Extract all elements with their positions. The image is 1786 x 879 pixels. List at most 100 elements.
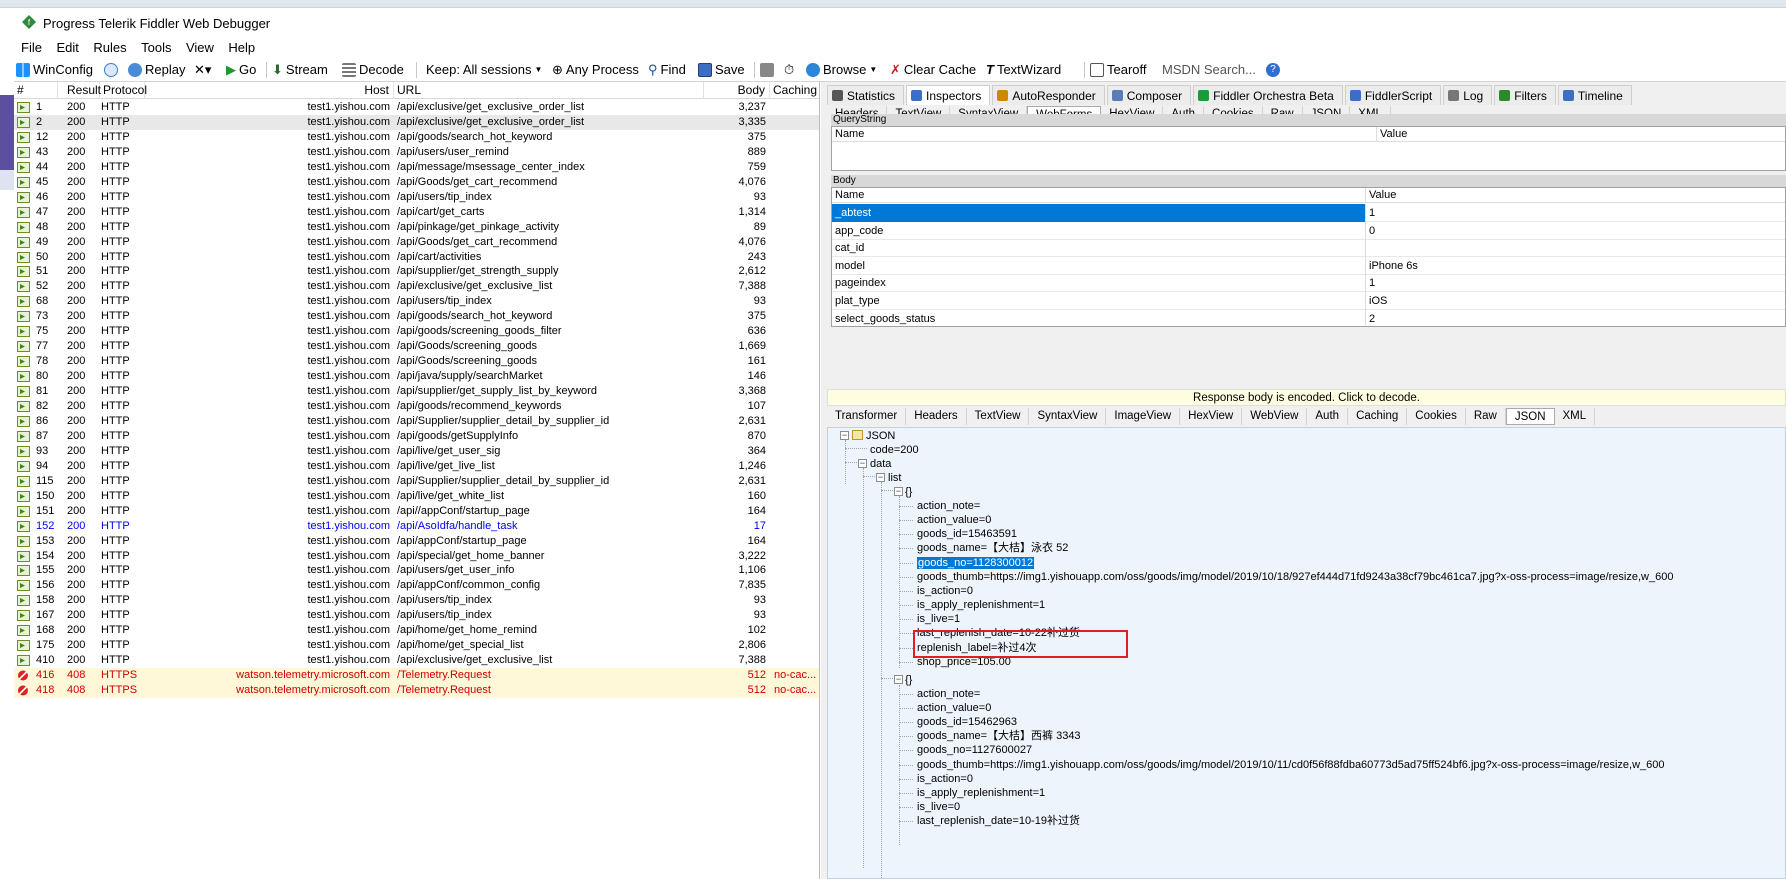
session-row[interactable]: 156 200 HTTP test1.yishou.com/api/appConf/c… xyxy=(14,578,819,593)
session-row[interactable]: 2 200 HTTP test1.yishou.com/api/exclusive/g… xyxy=(14,114,819,130)
col-header-num[interactable]: # xyxy=(14,82,58,99)
json-field[interactable]: is_live=1 xyxy=(917,612,960,626)
json-field[interactable]: action_value=0 xyxy=(917,513,991,527)
session-row[interactable]: 115 200 HTTP test1.yishou.com/api/Supplier/… xyxy=(14,474,819,489)
json-field[interactable]: is_action=0 xyxy=(917,584,973,598)
session-row[interactable]: 93 200 HTTP test1.yishou.com/api/live/get_u… xyxy=(14,444,819,459)
session-row[interactable]: 154 200 HTTP test1.yishou.com/api/special/g… xyxy=(14,549,819,564)
timer-button[interactable]: ⏱ xyxy=(784,60,794,80)
session-row[interactable]: 77 200 HTTP test1.yishou.com/api/Goods/scre… xyxy=(14,339,819,354)
tab-log[interactable]: Log xyxy=(1443,85,1493,105)
response-tab-hexview[interactable]: HexView xyxy=(1180,408,1243,425)
tab-composer[interactable]: Composer xyxy=(1106,85,1192,105)
json-field[interactable]: action_value=0 xyxy=(917,701,991,715)
json-field[interactable]: goods_thumb=https://img1.yishouapp.com/o… xyxy=(917,758,1664,772)
find-button[interactable]: ⚲ Find xyxy=(648,60,686,80)
tab-timeline[interactable]: Timeline xyxy=(1557,85,1632,105)
session-row[interactable]: 150 200 HTTP test1.yishou.com/api/live/get_… xyxy=(14,489,819,504)
json-field[interactable]: goods_no=1127600027 xyxy=(917,743,1032,757)
collapse-toggle-icon[interactable]: − xyxy=(840,431,849,440)
session-row[interactable]: 410 200 HTTP test1.yishou.com/api/exclusive… xyxy=(14,653,819,668)
response-tab-raw[interactable]: Raw xyxy=(1466,408,1506,425)
collapse-toggle-icon[interactable]: − xyxy=(894,487,903,496)
body-param-row[interactable]: model iPhone 6s xyxy=(832,256,1785,275)
session-row[interactable]: 416 408 HTTPS watson.telemetry.microsoft.co… xyxy=(14,668,819,684)
json-field[interactable]: goods_no=1128300012 xyxy=(917,556,1035,570)
save-button[interactable]: Save xyxy=(698,60,745,80)
tab-fiddler-orchestra[interactable]: Fiddler Orchestra Beta xyxy=(1193,85,1343,105)
col-header-url[interactable]: URL xyxy=(394,82,704,99)
session-row[interactable]: 418 408 HTTPS watson.telemetry.microsoft.co… xyxy=(14,683,819,699)
session-row[interactable]: 151 200 HTTP test1.yishou.com/api//appConf/… xyxy=(14,504,819,519)
json-field[interactable]: goods_id=15462963 xyxy=(917,715,1017,729)
session-row[interactable]: 44 200 HTTP test1.yishou.com/api/message/ms… xyxy=(14,160,819,175)
response-tab-auth[interactable]: Auth xyxy=(1307,408,1349,425)
stream-button[interactable]: ⬇ Stream xyxy=(272,60,328,80)
session-row[interactable]: 45 200 HTTP test1.yishou.com/api/Goods/get_… xyxy=(14,175,819,190)
session-row[interactable]: 50 200 HTTP test1.yishou.com/api/cart/activ… xyxy=(14,250,819,265)
json-field[interactable]: goods_name=【大桔】泳衣 52 xyxy=(917,541,1068,555)
help-button[interactable]: ? xyxy=(1266,60,1280,80)
replay-button[interactable]: Replay xyxy=(128,60,185,80)
response-tab-transformer[interactable]: Transformer xyxy=(827,408,907,425)
tearoff-button[interactable]: Tearoff xyxy=(1090,60,1147,80)
go-button[interactable]: ▶ Go xyxy=(226,60,256,80)
tab-inspectors[interactable]: Inspectors xyxy=(906,85,991,105)
session-row[interactable]: 168 200 HTTP test1.yishou.com/api/home/get_… xyxy=(14,623,819,638)
msdn-search-input[interactable]: MSDN Search... xyxy=(1162,60,1256,80)
remove-sessions-button[interactable]: ✕▾ xyxy=(194,60,211,80)
collapse-toggle-icon[interactable]: − xyxy=(858,459,867,468)
body-col-value[interactable]: Value xyxy=(1366,188,1785,203)
session-row[interactable]: 94 200 HTTP test1.yishou.com/api/live/get_l… xyxy=(14,459,819,474)
json-field[interactable]: goods_thumb=https://img1.yishouapp.com/o… xyxy=(917,570,1673,584)
session-row[interactable]: 46 200 HTTP test1.yishou.com/api/users/tip_… xyxy=(14,190,819,205)
json-field[interactable]: is_apply_replenishment=1 xyxy=(917,786,1045,800)
response-tab-caching[interactable]: Caching xyxy=(1348,408,1408,425)
tab-autoresponder[interactable]: AutoResponder xyxy=(992,85,1105,105)
menu-rules[interactable]: Rules xyxy=(93,38,126,58)
body-param-row[interactable]: cat_id xyxy=(832,239,1785,258)
json-node-object[interactable]: {} xyxy=(905,485,912,499)
body-col-name[interactable]: Name xyxy=(832,188,1366,203)
session-row[interactable]: 75 200 HTTP test1.yishou.com/api/goods/scre… xyxy=(14,324,819,339)
response-tab-imageview[interactable]: ImageView xyxy=(1106,408,1181,425)
tab-fiddlerscript[interactable]: FiddlerScript xyxy=(1344,85,1442,105)
response-tab-webview[interactable]: WebView xyxy=(1242,408,1308,425)
response-tab-syntaxview[interactable]: SyntaxView xyxy=(1029,408,1107,425)
any-process-button[interactable]: ⊕ Any Process xyxy=(552,60,639,80)
json-field[interactable]: is_live=0 xyxy=(917,800,960,814)
col-header-caching[interactable]: Caching xyxy=(770,82,819,99)
session-row[interactable]: 12 200 HTTP test1.yishou.com/api/goods/sear… xyxy=(14,130,819,145)
session-row[interactable]: 86 200 HTTP test1.yishou.com/api/Supplier/s… xyxy=(14,414,819,429)
comment-button[interactable] xyxy=(104,60,118,80)
session-row[interactable]: 51 200 HTTP test1.yishou.com/api/supplier/g… xyxy=(14,264,819,279)
response-tab-xml[interactable]: XML xyxy=(1555,408,1596,425)
body-param-row[interactable]: pageindex 1 xyxy=(832,274,1785,293)
tab-statistics[interactable]: Statistics xyxy=(827,85,905,105)
col-header-result[interactable]: Result xyxy=(58,82,101,99)
screenshot-button[interactable] xyxy=(760,60,774,80)
decode-notice-bar[interactable]: Response body is encoded. Click to decod… xyxy=(827,389,1786,406)
json-field[interactable]: action_note= xyxy=(917,687,980,701)
collapse-toggle-icon[interactable]: − xyxy=(876,473,885,482)
session-row[interactable]: 47 200 HTTP test1.yishou.com/api/cart/get_c… xyxy=(14,205,819,220)
browse-button[interactable]: Browse ▼ xyxy=(806,60,877,80)
session-row[interactable]: 155 200 HTTP test1.yishou.com/api/users/get… xyxy=(14,563,819,578)
response-tab-cookies[interactable]: Cookies xyxy=(1407,408,1466,425)
session-row[interactable]: 1 200 HTTP test1.yishou.com/api/exclusive/g… xyxy=(14,100,819,115)
session-row[interactable]: 87 200 HTTP test1.yishou.com/api/goods/getS… xyxy=(14,429,819,444)
json-field[interactable]: is_action=0 xyxy=(917,772,973,786)
session-row[interactable]: 175 200 HTTP test1.yishou.com/api/home/get_… xyxy=(14,638,819,653)
col-header-protocol[interactable]: Protocol xyxy=(100,82,147,99)
response-tab-headers[interactable]: Headers xyxy=(906,408,967,425)
textwizard-button[interactable]: T TextWizard xyxy=(986,60,1061,80)
collapse-toggle-icon[interactable]: − xyxy=(894,674,903,684)
col-header-host[interactable]: Host xyxy=(145,82,394,99)
json-field[interactable]: goods_name=【大桔】西裤 3343 xyxy=(917,729,1081,743)
body-param-row[interactable]: select_goods_status 2 xyxy=(832,309,1785,326)
json-node-list[interactable]: list xyxy=(888,471,901,485)
json-node-code[interactable]: code=200 xyxy=(870,443,919,457)
body-param-row[interactable]: app_code 0 xyxy=(832,221,1785,240)
session-row[interactable]: 158 200 HTTP test1.yishou.com/api/users/tip… xyxy=(14,593,819,608)
menu-view[interactable]: View xyxy=(186,38,214,58)
